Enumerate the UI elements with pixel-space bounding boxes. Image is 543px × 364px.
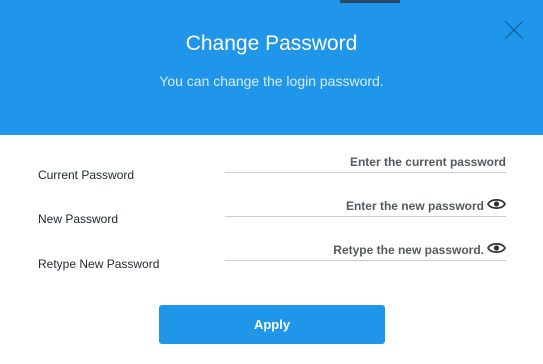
close-icon [504,20,524,40]
close-button[interactable] [503,19,525,41]
new-password-field-wrap [225,196,506,217]
show-retype-password-toggle[interactable] [487,241,506,255]
current-password-field-wrap [225,152,506,173]
apply-button[interactable]: Apply [159,305,385,344]
eye-icon [487,242,506,254]
header-top-strip [340,0,400,3]
dialog-subtitle: You can change the login password. [159,73,384,89]
new-password-input[interactable] [225,196,484,216]
dialog-header: Change Password You can change the login… [0,0,543,135]
current-password-label: Current Password [38,168,135,182]
retype-password-label: Retype New Password [38,257,160,271]
retype-password-input[interactable] [225,240,484,260]
change-password-dialog: Change Password You can change the login… [0,0,543,364]
show-new-password-toggle[interactable] [487,197,506,211]
retype-password-field-wrap [225,240,506,261]
eye-icon [487,198,506,210]
current-password-input[interactable] [225,152,506,172]
dialog-title: Change Password [185,32,358,55]
new-password-label: New Password [38,212,119,226]
